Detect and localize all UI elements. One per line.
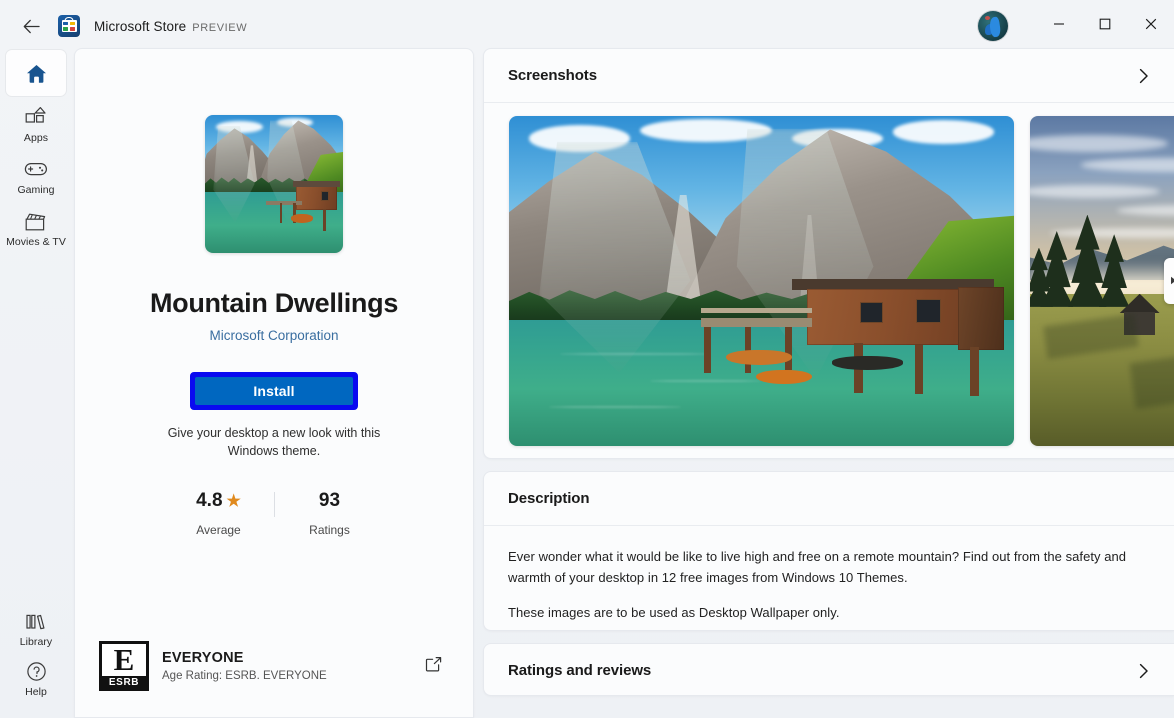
sidebar-item-library[interactable]: Library <box>6 604 66 652</box>
sidebar-item-apps[interactable]: Apps <box>6 100 66 148</box>
sidebar-item-gaming[interactable]: Gaming <box>6 152 66 200</box>
apps-icon <box>25 105 47 129</box>
ratings-and-reviews-header[interactable]: Ratings and reviews <box>484 644 1174 697</box>
age-rating-text: EVERYONE Age Rating: ESRB. EVERYONE <box>162 650 327 682</box>
back-arrow-icon <box>23 19 40 34</box>
title-bar-right <box>978 0 1174 52</box>
maximize-button[interactable] <box>1082 0 1128 52</box>
description-paragraph: These images are to be used as Desktop W… <box>508 602 1150 623</box>
stats-divider <box>274 492 275 517</box>
library-icon <box>24 609 48 633</box>
stat-ratings-count[interactable]: 93 Ratings <box>284 490 376 537</box>
stat-label: Ratings <box>309 523 350 537</box>
minimize-icon <box>1053 17 1065 35</box>
product-tagline: Give your desktop a new look with this W… <box>167 424 382 460</box>
window-title-preview-tag: PREVIEW <box>192 22 247 34</box>
screenshots-carousel <box>484 103 1174 458</box>
esrb-badge-letter: E <box>102 644 146 676</box>
screenshot-thumbnail[interactable] <box>509 116 1014 446</box>
sidebar-item-movies-tv[interactable]: Movies & TV <box>6 204 66 252</box>
description-section: Description Ever wonder what it would be… <box>483 471 1174 631</box>
content-column: Screenshots <box>483 48 1174 718</box>
install-button[interactable]: Install <box>195 377 353 405</box>
microsoft-store-icon <box>58 15 80 37</box>
stat-value: 93 <box>319 490 340 513</box>
carousel-next-icon <box>1170 272 1174 290</box>
section-title: Screenshots <box>508 67 597 84</box>
product-publisher[interactable]: Microsoft Corporation <box>209 328 338 343</box>
ratings-and-reviews-section: Ratings and reviews <box>483 643 1174 696</box>
window-title: Microsoft Store PREVIEW <box>94 19 247 34</box>
description-paragraph: Ever wonder what it would be like to liv… <box>508 546 1150 588</box>
share-icon <box>424 655 443 678</box>
sidebar-item-label: Movies & TV <box>6 236 66 248</box>
product-stats: 4.8 ★ Average 93 Ratings <box>173 490 376 537</box>
section-title: Ratings and reviews <box>508 662 651 679</box>
carousel-next-button[interactable] <box>1164 258 1174 304</box>
install-button-focus-ring: Install <box>190 372 358 410</box>
gaming-icon <box>24 157 48 181</box>
title-bar: Microsoft Store PREVIEW <box>0 0 1174 52</box>
avatar[interactable] <box>978 11 1008 41</box>
stat-value: 4.8 <box>196 490 222 513</box>
description-body: Ever wonder what it would be like to liv… <box>484 526 1174 623</box>
minimize-button[interactable] <box>1036 0 1082 52</box>
stat-label: Average <box>196 523 240 537</box>
sidebar: Apps Gaming Movies & TV <box>0 44 72 718</box>
sidebar-item-help[interactable]: Help <box>6 654 66 702</box>
sidebar-item-label: Library <box>20 636 52 648</box>
screenshots-section: Screenshots <box>483 48 1174 459</box>
sidebar-item-label: Help <box>25 686 47 698</box>
age-rating-subtitle: Age Rating: ESRB. EVERYONE <box>162 670 327 682</box>
sidebar-item-home[interactable] <box>6 50 66 96</box>
age-rating-title: EVERYONE <box>162 650 327 666</box>
help-icon <box>26 659 47 683</box>
share-button[interactable] <box>417 651 449 681</box>
maximize-icon <box>1099 17 1111 35</box>
product-icon <box>205 115 343 253</box>
section-title: Description <box>508 490 589 507</box>
screenshots-header[interactable]: Screenshots <box>484 49 1174 102</box>
chevron-right-icon <box>1137 68 1150 84</box>
movies-tv-icon <box>24 209 48 233</box>
close-button[interactable] <box>1128 0 1174 52</box>
back-button[interactable] <box>14 11 48 41</box>
home-icon <box>25 62 48 86</box>
product-title: Mountain Dwellings <box>150 289 398 319</box>
microsoft-store-window: Microsoft Store PREVIEW <box>0 0 1174 718</box>
esrb-badge-icon: E ESRB <box>99 641 149 691</box>
stat-average-rating[interactable]: 4.8 ★ Average <box>173 490 265 537</box>
chevron-right-icon <box>1137 663 1150 679</box>
star-icon: ★ <box>227 492 241 511</box>
age-rating-row: E ESRB EVERYONE Age Rating: ESRB. EVERYO… <box>99 641 449 691</box>
esrb-badge-org: ESRB <box>102 676 146 688</box>
description-header: Description <box>484 472 1174 525</box>
window-title-text: Microsoft Store <box>94 19 186 34</box>
sidebar-item-label: Apps <box>24 132 48 144</box>
close-icon <box>1145 17 1157 35</box>
sidebar-bottom-group: Library Help <box>6 602 66 718</box>
product-details-panel: Mountain Dwellings Microsoft Corporation… <box>74 48 474 718</box>
sidebar-item-label: Gaming <box>17 184 54 196</box>
screenshot-thumbnail[interactable] <box>1030 116 1174 446</box>
